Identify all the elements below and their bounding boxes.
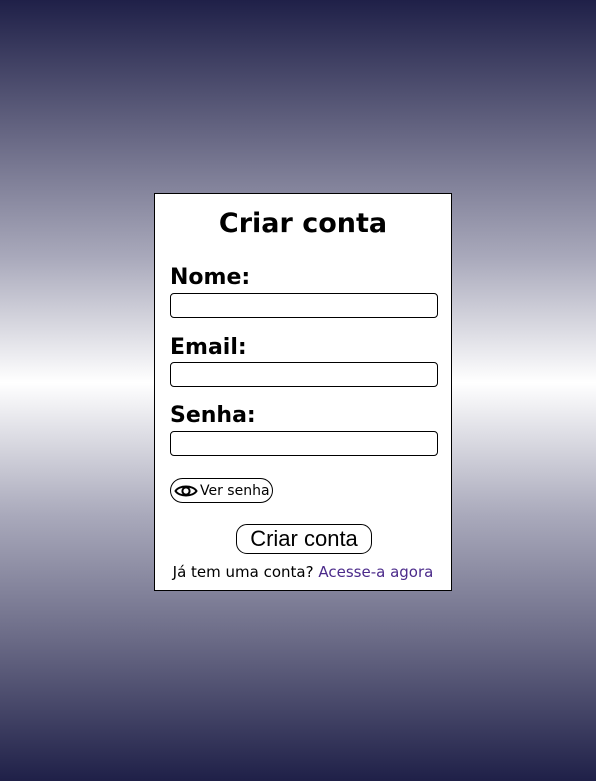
signup-card: Criar conta Nome: Email: Senha: Ver senh…	[154, 193, 452, 591]
name-label: Nome:	[170, 265, 251, 290]
form-title: Criar conta	[218, 208, 388, 239]
password-label: Senha:	[170, 403, 256, 428]
email-input[interactable]	[170, 362, 438, 387]
password-input[interactable]	[170, 431, 438, 456]
name-input[interactable]	[170, 293, 438, 318]
eye-icon	[174, 483, 198, 499]
create-account-button[interactable]: Criar conta	[236, 524, 372, 554]
login-prompt-text: Já tem uma conta?	[172, 563, 314, 581]
login-prompt: Já tem uma conta? Acesse-a agora	[155, 562, 451, 582]
show-password-button[interactable]: Ver senha	[170, 478, 273, 503]
email-label: Email:	[170, 335, 247, 360]
login-link[interactable]: Acesse-a agora	[318, 563, 433, 581]
show-password-label: Ver senha	[200, 482, 270, 499]
